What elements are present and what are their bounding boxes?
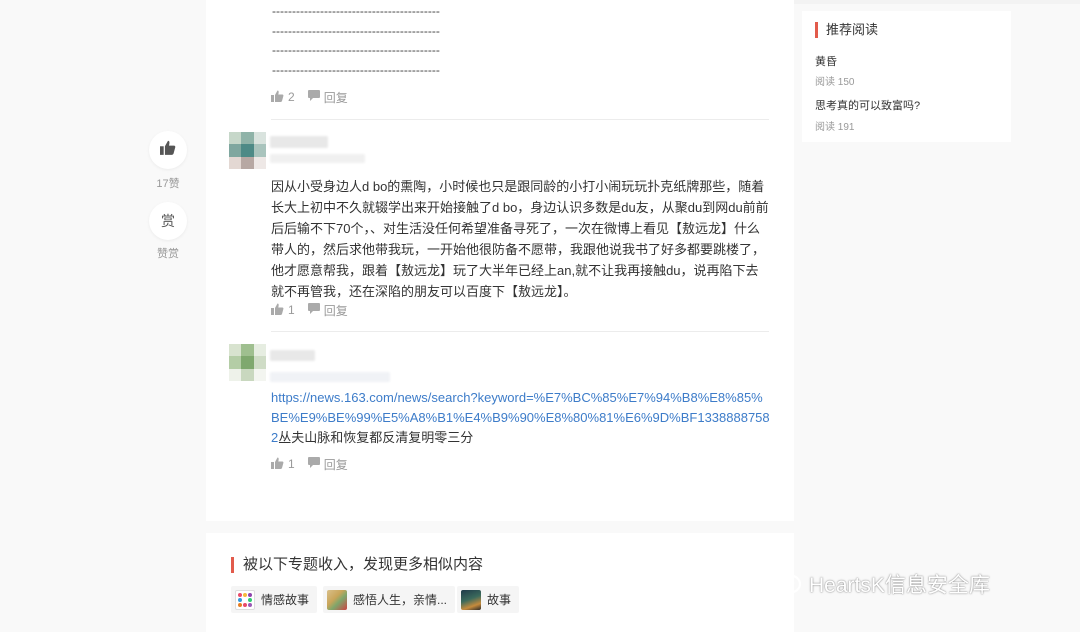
like-button[interactable]: 1	[271, 457, 295, 472]
topic-label: 感悟人生，亲情...	[353, 593, 448, 607]
topic-label: 故事	[487, 593, 512, 607]
article-like-count: 17赞	[156, 178, 180, 190]
reply-button[interactable]: 回复	[307, 302, 348, 319]
comment-actions: 1 回复	[271, 302, 361, 318]
comment-divider	[271, 331, 769, 332]
comment-body: 因从小受身边人d bo的熏陶，小时候也只是跟同龄的小打小闹玩玩扑克纸牌那些，随着…	[271, 179, 769, 299]
like-button[interactable]: 2	[271, 90, 295, 105]
reward-glyph: 赏	[161, 213, 175, 229]
article-like-button[interactable]	[149, 131, 187, 169]
watermark-text: HeartsK信息安全库	[809, 574, 990, 597]
topic-thumbnail	[327, 589, 347, 610]
recommend-item-meta: 阅读 150	[815, 77, 855, 88]
reward-button[interactable]: 赏	[149, 202, 187, 240]
reply-label: 回复	[323, 457, 348, 472]
comment-body: https://news.163.com/news/search?keyword…	[271, 388, 771, 448]
comment-actions: 2 回复	[271, 89, 361, 105]
comment-icon	[307, 303, 320, 317]
comment-icon	[307, 90, 320, 104]
recommend-item-meta: 阅读 191	[815, 122, 855, 133]
comment-dashes: ----------------------------------------…	[272, 2, 502, 80]
topics-title: 被以下专题收入，发现更多相似内容	[231, 557, 483, 573]
topic-tag[interactable]: 故事	[457, 586, 520, 613]
topic-thumbnail	[461, 589, 481, 610]
comment-meta-blurred	[270, 372, 390, 382]
topic-tag[interactable]: 感悟人生，亲情...	[323, 586, 456, 613]
comment-actions: 1 回复	[271, 456, 361, 472]
reply-button[interactable]: 回复	[307, 456, 348, 473]
topics-card	[206, 533, 794, 632]
like-count: 2	[288, 90, 295, 104]
username-blurred[interactable]	[270, 350, 315, 361]
username-blurred[interactable]	[270, 136, 328, 148]
avatar[interactable]	[229, 132, 266, 169]
comment-trailing-text: 丛夫山脉和恢复都反清复明零三分	[278, 430, 474, 445]
comment-icon	[307, 457, 320, 471]
recommend-item-title[interactable]: 思考真的可以致富吗?	[815, 97, 920, 113]
topic-label: 情感故事	[261, 593, 310, 607]
topic-thumbnail	[235, 589, 255, 610]
reply-label: 回复	[323, 303, 348, 318]
topic-tag[interactable]: 情感故事	[231, 586, 318, 613]
comment-meta-blurred	[270, 154, 365, 163]
dash-line: ----------------------------------------…	[272, 62, 440, 77]
comment-divider	[271, 119, 769, 120]
recommend-item-title[interactable]: 黄昏	[815, 53, 837, 69]
reply-button[interactable]: 回复	[307, 89, 348, 106]
thumbs-up-icon	[271, 457, 284, 472]
watermark: HeartsK信息安全库	[765, 566, 990, 602]
reward-label: 赞赏	[157, 248, 179, 260]
thumbs-up-icon	[160, 140, 176, 160]
recommend-title: 推荐阅读	[815, 22, 878, 38]
reply-label: 回复	[323, 90, 348, 105]
avatar[interactable]	[229, 344, 266, 381]
dash-line: ----------------------------------------…	[272, 43, 440, 57]
like-count: 1	[288, 457, 295, 471]
wechat-icon	[765, 566, 803, 602]
dash-line: ----------------------------------------…	[272, 4, 440, 18]
thumbs-up-icon	[271, 90, 284, 105]
dash-line: ----------------------------------------…	[272, 23, 440, 38]
like-count: 1	[288, 303, 295, 317]
like-button[interactable]: 1	[271, 303, 295, 318]
thumbs-up-icon	[271, 303, 284, 318]
